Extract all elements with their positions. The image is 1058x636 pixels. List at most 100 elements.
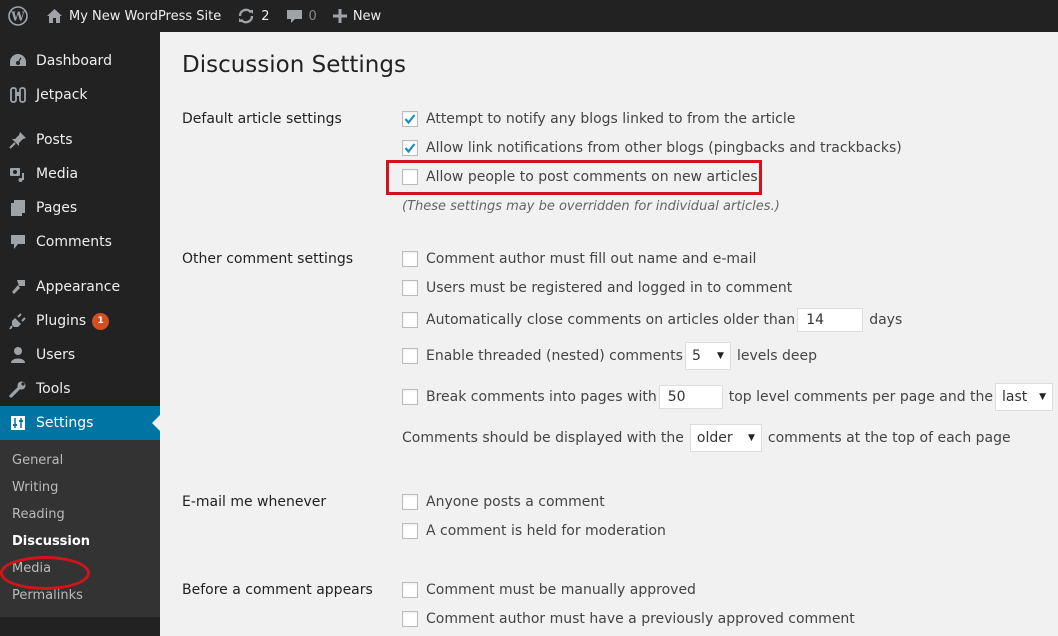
pin-icon xyxy=(8,130,28,150)
wrench-icon xyxy=(8,379,28,399)
option-comment-order: Comments should be displayed with the ol… xyxy=(402,424,1011,452)
checkbox[interactable] xyxy=(402,348,418,364)
sidebar-item-comments[interactable]: Comments xyxy=(0,225,160,259)
sidebar-item-label: Posts xyxy=(36,132,73,148)
option-paginate-comments[interactable]: Break comments into pages with 50 top le… xyxy=(402,383,1058,411)
sidebar-item-label: Users xyxy=(36,347,76,363)
comment-icon xyxy=(8,232,28,252)
option-label: Comments should be displayed with the xyxy=(402,430,684,446)
option-label: Allow link notifications from other blog… xyxy=(426,140,902,156)
option-previously-approved[interactable]: Comment author must have a previously ap… xyxy=(402,611,855,627)
checkbox[interactable] xyxy=(402,523,418,539)
option-label: top level comments per page and the xyxy=(728,389,994,405)
sidebar-item-plugins[interactable]: Plugins 1 xyxy=(0,304,160,338)
sidebar-item-settings[interactable]: Settings xyxy=(0,406,160,440)
plugin-icon xyxy=(8,311,28,331)
sidebar-item-label: Settings xyxy=(36,415,94,431)
option-require-name-email[interactable]: Comment author must fill out name and e-… xyxy=(402,251,756,267)
checkbox[interactable] xyxy=(402,582,418,598)
updates-icon xyxy=(237,7,255,25)
settings-submenu: General Writing Reading Discussion Media… xyxy=(0,440,160,617)
comments-count: 0 xyxy=(308,8,317,24)
option-email-any-comment[interactable]: Anyone posts a comment xyxy=(402,494,605,510)
submenu-general[interactable]: General xyxy=(0,447,160,474)
checkbox[interactable] xyxy=(402,611,418,627)
sidebar-item-label: Comments xyxy=(36,234,112,250)
checkbox[interactable] xyxy=(402,280,418,296)
sidebar-item-label: Media xyxy=(36,166,79,182)
dropdown-arrow-icon: ▼ xyxy=(748,433,755,443)
option-manual-approval[interactable]: Comment must be manually approved xyxy=(402,582,696,598)
sidebar-item-jetpack[interactable]: Jetpack xyxy=(0,78,160,112)
submenu-reading[interactable]: Reading xyxy=(0,501,160,528)
section-label-before-appears: Before a comment appears xyxy=(182,582,373,598)
svg-text:W: W xyxy=(10,10,25,24)
discussion-highlight-annotation xyxy=(0,556,90,590)
close-days-input[interactable]: 14 xyxy=(797,308,864,332)
wordpress-logo-icon: W xyxy=(8,6,28,26)
sidebar-item-posts[interactable]: Posts xyxy=(0,123,160,157)
option-email-moderation[interactable]: A comment is held for moderation xyxy=(402,523,666,539)
user-icon xyxy=(8,345,28,365)
sidebar-item-appearance[interactable]: Appearance xyxy=(0,270,160,304)
section-label-default-article: Default article settings xyxy=(182,111,342,127)
checkbox[interactable] xyxy=(402,494,418,510)
option-label: A comment is held for moderation xyxy=(426,523,666,539)
checkbox[interactable] xyxy=(402,111,418,127)
pages-icon xyxy=(8,198,28,218)
comments-per-page-input[interactable]: 50 xyxy=(658,385,723,409)
comments-link[interactable]: 0 xyxy=(278,0,325,32)
plus-icon xyxy=(332,9,347,23)
sidebar-item-label: Jetpack xyxy=(36,87,88,103)
option-label: days xyxy=(869,312,903,328)
plugin-update-badge: 1 xyxy=(92,312,110,330)
option-label: Comment author must have a previously ap… xyxy=(426,611,855,627)
comment-order-select[interactable]: older ▼ xyxy=(689,424,762,452)
thread-depth-select[interactable]: 5 ▼ xyxy=(684,342,731,370)
option-require-registration[interactable]: Users must be registered and logged in t… xyxy=(402,280,792,296)
submenu-writing[interactable]: Writing xyxy=(0,474,160,501)
admin-bar: W My New WordPress Site 2 0 New xyxy=(0,0,1058,32)
default-page-select[interactable]: last ▼ xyxy=(995,383,1054,411)
option-label: Anyone posts a comment xyxy=(426,494,605,510)
sidebar-item-tools[interactable]: Tools xyxy=(0,372,160,406)
submenu-discussion[interactable]: Discussion xyxy=(0,528,160,555)
sidebar-item-label: Appearance xyxy=(36,279,121,295)
dropdown-arrow-icon: ▼ xyxy=(717,351,724,361)
sidebar-item-label: Pages xyxy=(36,200,78,216)
option-auto-close-comments[interactable]: Automatically close comments on articles… xyxy=(402,308,902,332)
sidebar-item-pages[interactable]: Pages xyxy=(0,191,160,225)
main-content: Discussion Settings Default article sett… xyxy=(160,32,1058,636)
sidebar-item-users[interactable]: Users xyxy=(0,338,160,372)
updates-link[interactable]: 2 xyxy=(229,0,277,32)
new-content-link[interactable]: New xyxy=(325,0,389,32)
checkbox[interactable] xyxy=(402,312,418,328)
option-label: Automatically close comments on articles… xyxy=(426,312,796,328)
site-name: My New WordPress Site xyxy=(69,8,222,24)
option-label: Comment must be manually approved xyxy=(426,582,696,598)
updates-count: 2 xyxy=(261,8,270,24)
checkbox[interactable] xyxy=(402,140,418,156)
sidebar-item-media[interactable]: Media xyxy=(0,157,160,191)
option-label: Break comments into pages with xyxy=(426,389,657,405)
site-name-link[interactable]: My New WordPress Site xyxy=(38,0,229,32)
section-label-email: E-mail me whenever xyxy=(182,494,327,510)
jetpack-icon xyxy=(8,85,28,105)
paintbrush-icon xyxy=(8,277,28,297)
new-label: New xyxy=(352,8,382,24)
option-allow-pingbacks[interactable]: Allow link notifications from other blog… xyxy=(402,140,902,156)
option-label: Enable threaded (nested) comments xyxy=(426,348,683,364)
sidebar-item-label: Dashboard xyxy=(36,53,112,69)
option-threaded-comments[interactable]: Enable threaded (nested) comments 5 ▼ lev… xyxy=(402,342,817,370)
sidebar-item-dashboard[interactable]: Dashboard xyxy=(0,44,160,78)
checkbox[interactable] xyxy=(402,251,418,267)
home-icon xyxy=(46,8,63,24)
allow-comments-highlight-annotation xyxy=(386,160,762,195)
checkbox[interactable] xyxy=(402,389,418,405)
dropdown-arrow-icon: ▼ xyxy=(1039,392,1047,402)
option-notify-linked-blogs[interactable]: Attempt to notify any blogs linked to fr… xyxy=(402,111,795,127)
page-title: Discussion Settings xyxy=(182,52,406,78)
sidebar-item-label: Tools xyxy=(36,381,71,397)
dashboard-icon xyxy=(8,51,28,71)
wp-logo-menu[interactable]: W xyxy=(0,0,38,32)
